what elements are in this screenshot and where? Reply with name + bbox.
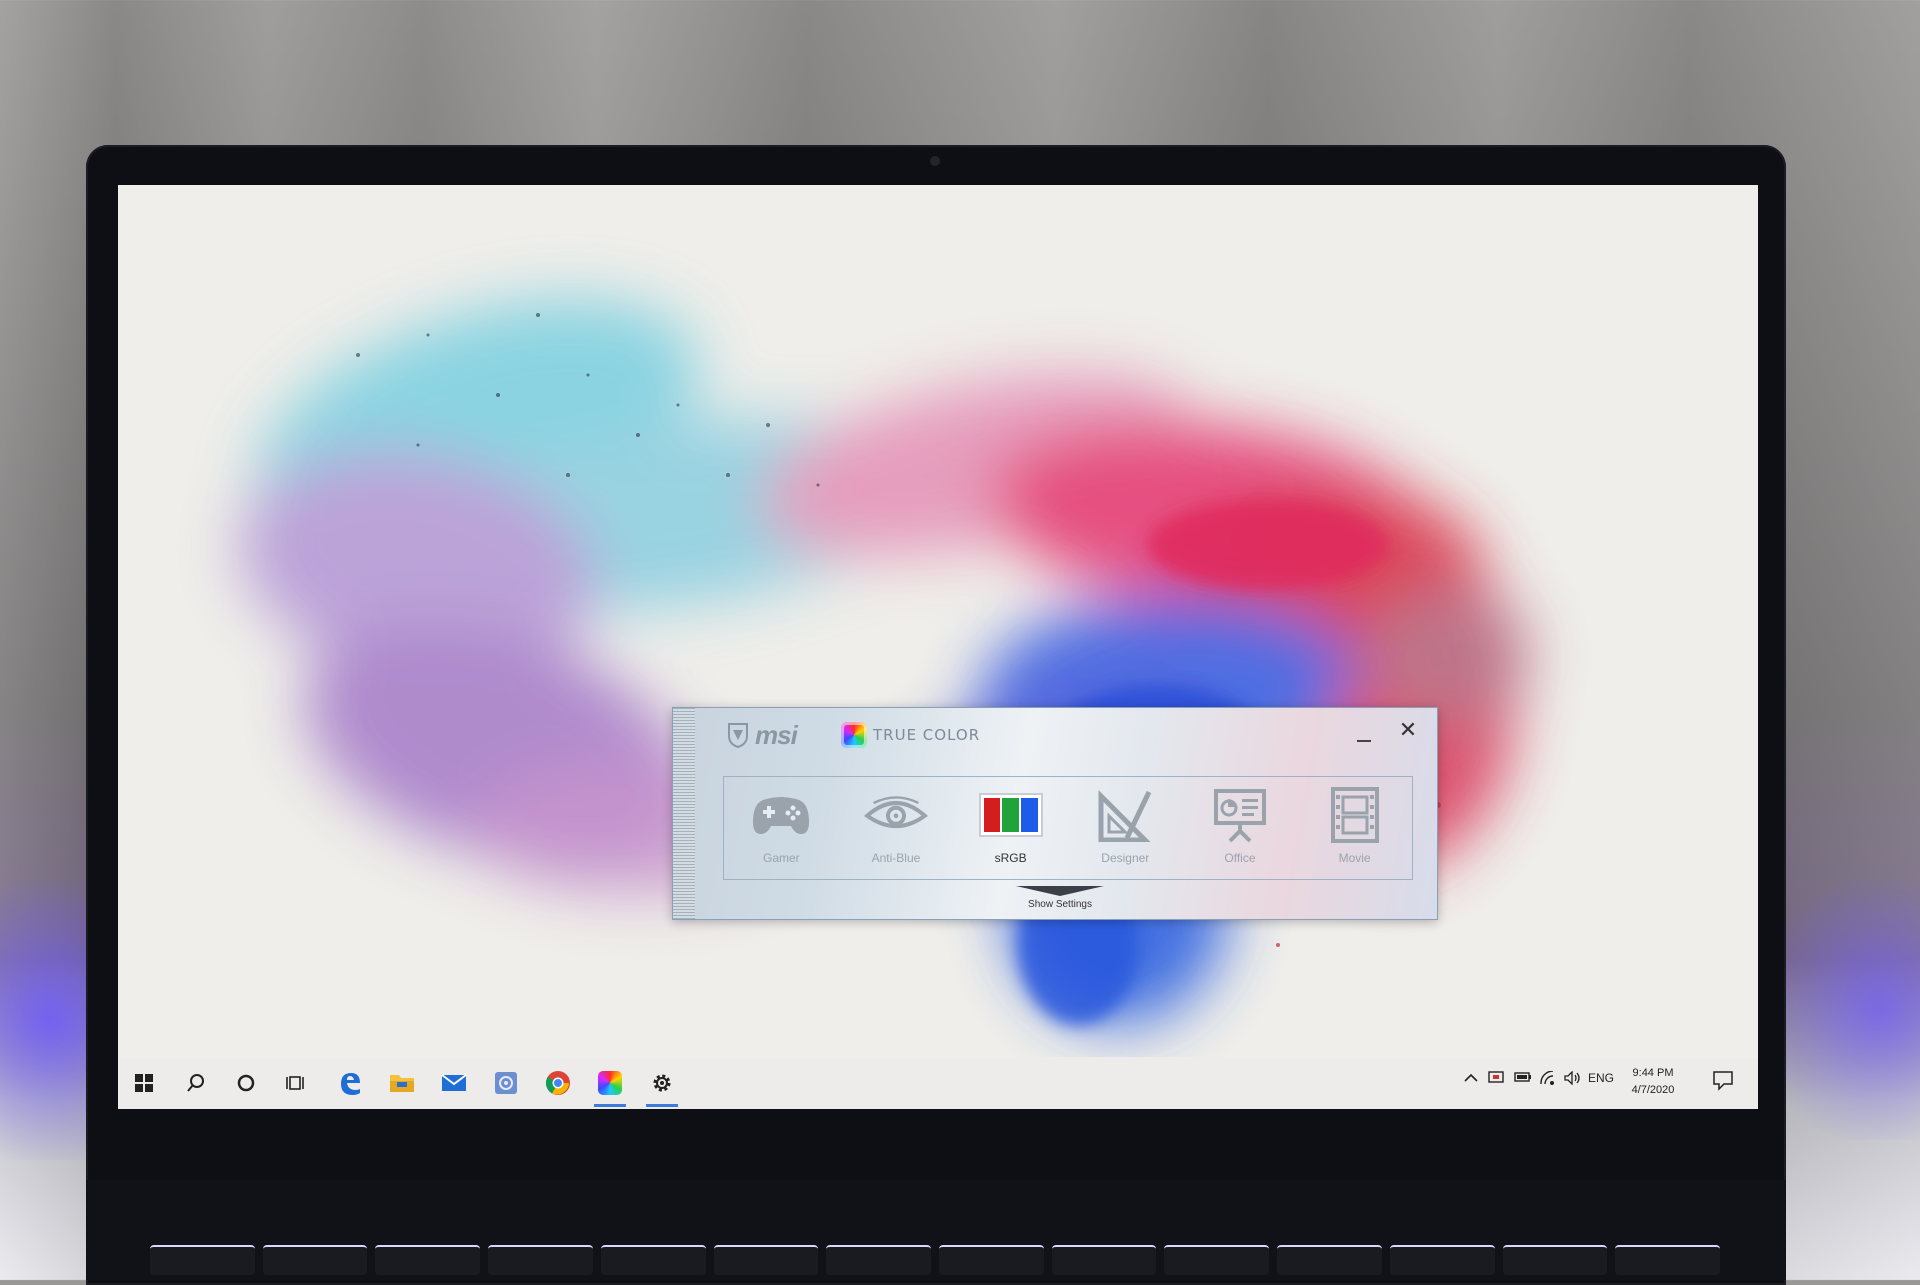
edge-app[interactable] bbox=[334, 1067, 366, 1099]
start-button[interactable] bbox=[128, 1067, 160, 1099]
window-edge-strip bbox=[673, 708, 695, 919]
mail-icon bbox=[441, 1074, 467, 1091]
srgb-swatch bbox=[978, 793, 1043, 837]
settings-app[interactable] bbox=[646, 1067, 678, 1107]
close-button[interactable]: ✕ bbox=[1395, 718, 1421, 744]
true-color-icon bbox=[841, 722, 867, 748]
key bbox=[713, 1245, 819, 1275]
key bbox=[150, 1245, 255, 1275]
key bbox=[488, 1245, 593, 1275]
mode-selector-panel: Gamer Anti-Blue sRGB Designer Office Mov… bbox=[723, 776, 1413, 880]
true-color-icon bbox=[598, 1071, 622, 1095]
display-icon bbox=[1488, 1071, 1504, 1083]
true-color-window: msi TRUE COLOR ✕ Gamer Anti-Blue sRGB De… bbox=[672, 707, 1438, 920]
film-icon bbox=[1323, 787, 1387, 843]
mode-anti-blue[interactable]: Anti-Blue bbox=[841, 777, 951, 879]
mode-movie[interactable]: Movie bbox=[1300, 777, 1410, 879]
show-hidden-icons[interactable] bbox=[1464, 1071, 1478, 1085]
mail-app[interactable] bbox=[438, 1067, 470, 1099]
close-icon: ✕ bbox=[1398, 718, 1418, 743]
photos-icon bbox=[495, 1072, 517, 1094]
chevron-up-icon bbox=[1464, 1073, 1478, 1082]
tray-app[interactable] bbox=[1488, 1071, 1504, 1088]
battery-indicator[interactable] bbox=[1514, 1071, 1532, 1086]
presentation-icon bbox=[1208, 787, 1272, 843]
show-settings-button[interactable]: Show Settings bbox=[1015, 886, 1105, 910]
app-title: TRUE COLOR bbox=[873, 726, 981, 744]
chrome-app[interactable] bbox=[542, 1067, 574, 1099]
task-view-icon bbox=[286, 1076, 304, 1090]
desktop-wallpaper bbox=[118, 185, 1758, 1109]
minimize-button[interactable] bbox=[1351, 722, 1377, 748]
key bbox=[1277, 1245, 1382, 1275]
mode-srgb[interactable]: sRGB bbox=[956, 777, 1066, 879]
true-color-brand: TRUE COLOR bbox=[841, 722, 980, 748]
chrome-icon bbox=[545, 1071, 570, 1095]
mode-gamer[interactable]: Gamer bbox=[726, 777, 836, 879]
msi-wordmark: msi bbox=[755, 719, 798, 750]
mode-label: Gamer bbox=[762, 851, 800, 865]
key bbox=[1502, 1245, 1608, 1275]
chevron-down-icon bbox=[1016, 886, 1104, 896]
mode-label: sRGB bbox=[994, 851, 1027, 865]
notification-icon bbox=[1713, 1071, 1733, 1091]
mode-label: Office bbox=[1224, 851, 1256, 865]
mode-office[interactable]: Office bbox=[1185, 777, 1295, 879]
key bbox=[826, 1245, 932, 1275]
srgb-icon bbox=[978, 787, 1043, 843]
key bbox=[1051, 1245, 1157, 1275]
mode-label: Designer bbox=[1101, 851, 1150, 865]
keyboard-row bbox=[150, 1245, 1721, 1275]
gamepad-icon bbox=[749, 787, 813, 843]
cortana-button[interactable] bbox=[230, 1067, 262, 1099]
eye-icon bbox=[863, 787, 928, 843]
key bbox=[600, 1245, 706, 1275]
action-center-button[interactable] bbox=[1712, 1069, 1738, 1095]
mode-label: Anti-Blue bbox=[871, 851, 921, 865]
photo-app[interactable] bbox=[490, 1067, 522, 1099]
mode-designer[interactable]: Designer bbox=[1070, 777, 1180, 879]
clock-date: 4/7/2020 bbox=[1631, 1084, 1675, 1096]
triangle-ruler-icon bbox=[1093, 787, 1157, 843]
webcam bbox=[930, 156, 940, 166]
volume-control[interactable] bbox=[1564, 1070, 1582, 1088]
key bbox=[939, 1245, 1044, 1275]
speaker-icon bbox=[1564, 1070, 1580, 1086]
key bbox=[1615, 1245, 1721, 1275]
mode-label: Movie bbox=[1338, 851, 1371, 865]
gear-icon bbox=[653, 1074, 671, 1092]
wifi-icon bbox=[1540, 1070, 1554, 1085]
language-indicator[interactable]: ENG bbox=[1588, 1071, 1614, 1085]
file-explorer-app[interactable] bbox=[386, 1067, 418, 1099]
edge-icon bbox=[341, 1073, 360, 1095]
network-indicator[interactable] bbox=[1540, 1070, 1558, 1088]
key bbox=[375, 1245, 481, 1275]
folder-icon bbox=[390, 1075, 414, 1092]
task-view-button[interactable] bbox=[280, 1067, 312, 1099]
clock-time: 9:44 PM bbox=[1632, 1067, 1674, 1079]
search-icon bbox=[187, 1074, 204, 1092]
windows-icon bbox=[135, 1074, 153, 1092]
key bbox=[1164, 1245, 1270, 1275]
true-color-app[interactable] bbox=[594, 1067, 626, 1107]
battery-icon bbox=[1514, 1072, 1531, 1082]
clock[interactable]: 9:44 PM 4/7/2020 bbox=[1618, 1065, 1688, 1099]
taskbar: ENG 9:44 PM 4/7/2020 bbox=[118, 1057, 1758, 1109]
key bbox=[262, 1245, 368, 1275]
show-settings-label: Show Settings bbox=[1028, 899, 1092, 910]
circle-icon bbox=[237, 1074, 255, 1092]
key bbox=[1389, 1245, 1495, 1275]
msi-shield-icon bbox=[728, 723, 748, 748]
laptop-screen: msi TRUE COLOR ✕ Gamer Anti-Blue sRGB De… bbox=[118, 185, 1758, 1109]
search-button[interactable] bbox=[180, 1067, 212, 1099]
msi-logo: msi bbox=[727, 719, 798, 750]
